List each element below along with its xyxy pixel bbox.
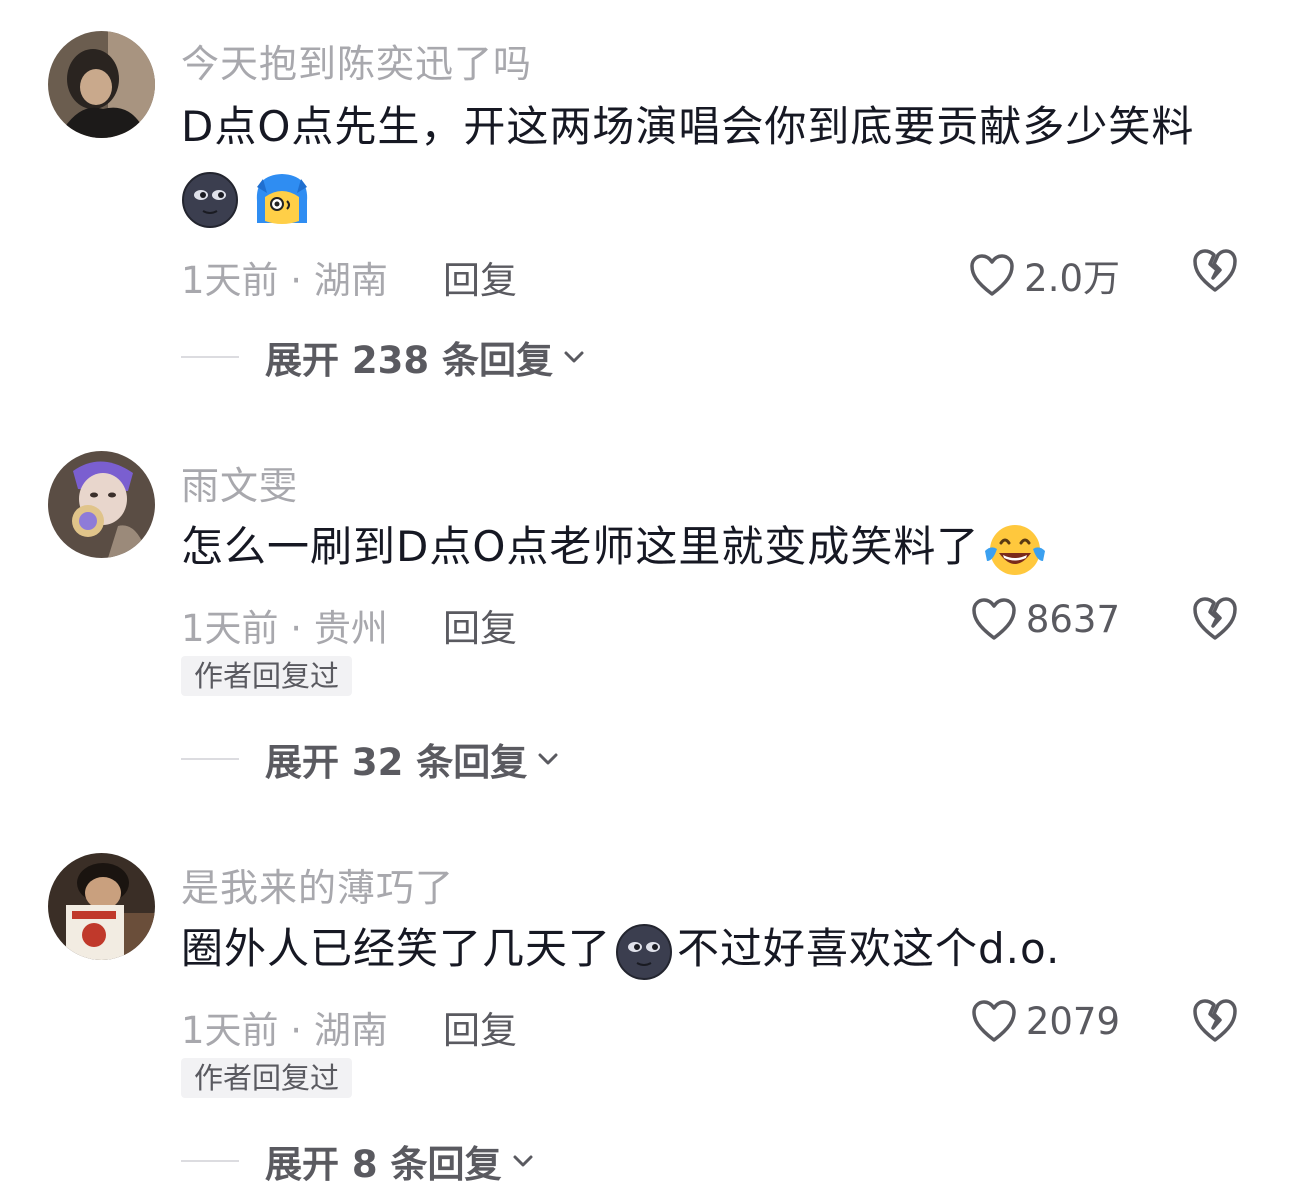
like-count: 2079 [1025, 999, 1120, 1043]
comment-text: 怎么一刷到D点O点老师这里就变成笑料了 [181, 512, 1251, 582]
time-location: 1天前 · 贵州 [181, 607, 388, 650]
expand-replies-label: 展开 238 条回复 [265, 339, 553, 382]
comment-text: D点O点先生，开这两场演唱会你到底要贡献多少笑料 [181, 92, 1251, 232]
heart-icon [970, 254, 1014, 296]
like-button[interactable]: 2.0万 [968, 248, 1120, 302]
reply-button[interactable]: 回复 [443, 250, 517, 304]
avatar[interactable] [48, 451, 155, 558]
expand-replies-label: 展开 8 条回复 [265, 1143, 502, 1186]
comment-text-body-continued: 不过好喜欢这个d.o. [677, 924, 1061, 973]
username[interactable]: 是我来的薄巧了 [181, 857, 454, 912]
blue-hair-character-emoji [253, 171, 311, 229]
dark-moon-face-emoji [615, 923, 673, 981]
comment-text-body: 怎么一刷到D点O点老师这里就变成笑料了 [181, 522, 980, 571]
like-count: 8637 [1025, 597, 1120, 641]
author-replied-badge: 作者回复过 [181, 656, 353, 696]
chevron-down-icon [564, 351, 584, 363]
author-replied-badge: 作者回复过 [181, 1058, 353, 1098]
dark-moon-face-emoji [181, 171, 239, 229]
tears-of-joy-emoji [983, 521, 1046, 579]
heart-icon [972, 1000, 1016, 1042]
time-location: 1天前 · 湖南 [181, 1009, 388, 1052]
username[interactable]: 雨文雯 [181, 455, 298, 510]
comment-text-body: D点O点先生，开这两场演唱会你到底要贡献多少笑料 [181, 102, 1195, 151]
like-count: 2.0万 [1024, 257, 1120, 300]
reply-button[interactable]: 回复 [443, 598, 517, 652]
avatar[interactable] [48, 31, 155, 138]
chevron-down-icon [513, 1155, 533, 1167]
time-location: 1天前 · 湖南 [181, 259, 388, 302]
chevron-down-icon [538, 753, 558, 765]
expand-replies-button[interactable]: 展开 238 条回复 [181, 330, 587, 384]
dislike-button[interactable] [1190, 246, 1240, 296]
heart-icon [972, 598, 1016, 640]
comment-text: 圈外人已经笑了几天了 不过好喜欢这个d.o. [181, 914, 1251, 984]
expand-replies-button[interactable]: 展开 32 条回复 [181, 732, 561, 786]
dislike-button[interactable] [1190, 594, 1240, 644]
expand-replies-label: 展开 32 条回复 [265, 741, 528, 784]
username[interactable]: 今天抱到陈奕迅了吗 [181, 33, 532, 88]
broken-heart-icon [1193, 999, 1237, 1042]
divider [181, 758, 239, 760]
broken-heart-icon [1193, 597, 1237, 640]
comment-text-body: 圈外人已经笑了几天了 [181, 924, 612, 973]
avatar[interactable] [48, 853, 155, 960]
like-button[interactable]: 2079 [970, 998, 1120, 1044]
broken-heart-icon [1193, 249, 1237, 292]
like-button[interactable]: 8637 [970, 596, 1120, 642]
reply-button[interactable]: 回复 [443, 1000, 517, 1054]
divider [181, 1160, 239, 1162]
divider [181, 356, 239, 358]
expand-replies-button[interactable]: 展开 8 条回复 [181, 1134, 536, 1188]
dislike-button[interactable] [1190, 996, 1240, 1046]
